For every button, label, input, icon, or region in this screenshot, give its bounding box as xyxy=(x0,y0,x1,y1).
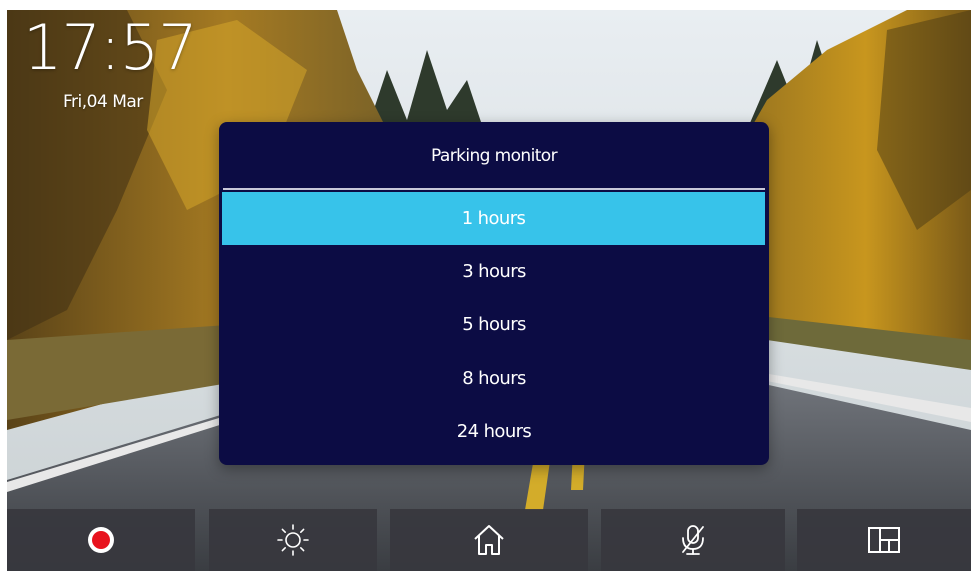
bottom-dock xyxy=(7,509,971,571)
record-button[interactable] xyxy=(7,509,195,571)
clock-date: Fri,04 Mar xyxy=(63,92,143,112)
dialog-title: Parking monitor xyxy=(431,146,558,166)
dialog-divider xyxy=(223,188,765,190)
clock-time: 17:57 xyxy=(23,11,198,84)
mic-button[interactable] xyxy=(601,509,785,571)
option-24-hours[interactable]: 24 hours xyxy=(219,405,769,458)
brightness-button[interactable] xyxy=(209,509,377,571)
record-icon xyxy=(88,527,114,553)
mic-off-icon xyxy=(682,525,704,555)
brightness-icon xyxy=(277,524,309,556)
home-button[interactable] xyxy=(390,509,588,571)
layout-button[interactable] xyxy=(797,509,971,571)
device-screen: 17:57 Fri,04 Mar Parking monitor 1 hours… xyxy=(7,10,971,571)
parking-monitor-dialog: Parking monitor 1 hours 3 hours 5 hours … xyxy=(219,122,769,465)
option-8-hours[interactable]: 8 hours xyxy=(219,352,769,405)
duration-option-list: 1 hours 3 hours 5 hours 8 hours 24 hours xyxy=(219,192,769,459)
grid-icon xyxy=(868,527,900,553)
option-3-hours[interactable]: 3 hours xyxy=(219,245,769,298)
home-icon xyxy=(474,525,504,555)
option-5-hours[interactable]: 5 hours xyxy=(219,298,769,351)
option-1-hours[interactable]: 1 hours xyxy=(222,192,765,245)
